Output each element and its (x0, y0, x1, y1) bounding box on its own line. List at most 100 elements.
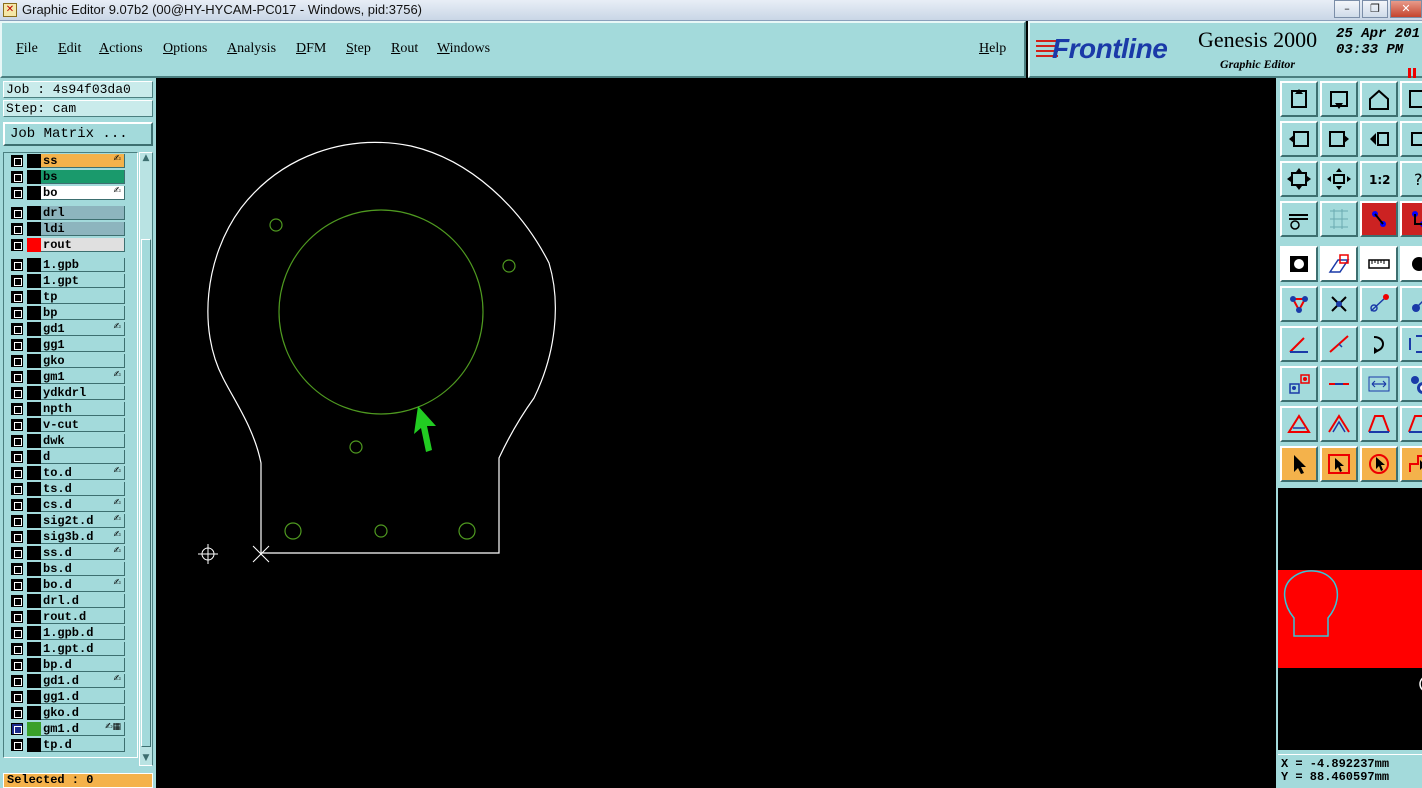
diagonal-icon[interactable] (1320, 326, 1358, 362)
layer-checkbox[interactable] (11, 371, 23, 383)
layer-name[interactable]: tp.d (41, 738, 125, 752)
layer-row[interactable]: bo.d ✍ (8, 578, 131, 592)
layer-color-swatch[interactable] (27, 386, 41, 400)
layer-row[interactable]: dwk (8, 434, 131, 448)
layer-color-swatch[interactable] (27, 706, 41, 720)
trapezoid-icon[interactable] (1360, 406, 1398, 442)
layer-color-swatch[interactable] (27, 238, 41, 252)
pan-icon[interactable] (1400, 121, 1422, 157)
layer-color-swatch[interactable] (27, 206, 41, 220)
triangle-red-icon[interactable] (1280, 406, 1318, 442)
graphic-canvas[interactable] (156, 78, 1276, 788)
layer-name[interactable]: bs (41, 170, 125, 184)
pad-icon[interactable] (1400, 286, 1422, 322)
layer-checkbox[interactable] (11, 223, 23, 235)
layer-checkbox[interactable] (11, 451, 23, 463)
menu-actions[interactable]: Actions (99, 41, 143, 57)
layer-row[interactable]: drl (8, 206, 131, 220)
layer-color-swatch[interactable] (27, 354, 41, 368)
layer-checkbox[interactable] (11, 515, 23, 527)
layer-color-swatch[interactable] (27, 370, 41, 384)
layer-color-swatch[interactable] (27, 154, 41, 168)
layer-row[interactable]: gg1 (8, 338, 131, 352)
layer-checkbox[interactable] (11, 419, 23, 431)
layer-row[interactable]: sig3b.d ✍ (8, 530, 131, 544)
layer-name[interactable]: gd1.d ✍ (41, 674, 125, 688)
minimize-button[interactable]: – (1334, 0, 1360, 18)
layer-name[interactable]: ldi (41, 222, 125, 236)
menu-edit[interactable]: Edit (58, 41, 81, 57)
cross-icon[interactable] (1320, 286, 1358, 322)
layer-name[interactable]: bp (41, 306, 125, 320)
layer-checkbox[interactable] (11, 155, 23, 167)
layer-color-swatch[interactable] (27, 338, 41, 352)
line-point-icon[interactable] (1360, 286, 1398, 322)
select-box-icon[interactable] (1320, 446, 1358, 482)
trapezoid2-icon[interactable] (1400, 406, 1422, 442)
layer-row[interactable]: gm1.d ✍▦ (8, 722, 131, 736)
layer-checkbox[interactable] (11, 739, 23, 751)
layer-checkbox[interactable] (11, 579, 23, 591)
layer-color-swatch[interactable] (27, 578, 41, 592)
layer-name[interactable]: npth (41, 402, 125, 416)
layer-checkbox[interactable] (11, 275, 23, 287)
layer-checkbox[interactable] (11, 291, 23, 303)
layer-row[interactable]: bp.d (8, 658, 131, 672)
triangle-blue-icon[interactable] (1320, 406, 1358, 442)
layer-row[interactable]: 1.gpt (8, 274, 131, 288)
layer-color-swatch[interactable] (27, 434, 41, 448)
menu-rout[interactable]: Rout (391, 41, 418, 57)
layer-row[interactable]: 1.gpb (8, 258, 131, 272)
layer-checkbox[interactable] (11, 691, 23, 703)
layer-row[interactable]: to.d ✍ (8, 466, 131, 480)
layer-checkbox[interactable] (11, 207, 23, 219)
layer-row[interactable]: cs.d ✍ (8, 498, 131, 512)
bracket-icon[interactable] (1400, 326, 1422, 362)
layer-name[interactable]: gd1 ✍ (41, 322, 125, 336)
layer-name[interactable]: dwk (41, 434, 125, 448)
select-polygon-icon[interactable] (1360, 446, 1398, 482)
layer-color-swatch[interactable] (27, 322, 41, 336)
layer-checkbox[interactable] (11, 531, 23, 543)
layer-row[interactable]: ss.d ✍ (8, 546, 131, 560)
layer-name[interactable]: d (41, 450, 125, 464)
scroll-thumb[interactable] (141, 239, 151, 747)
layer-name[interactable]: ss.d ✍ (41, 546, 125, 560)
layer-row[interactable]: gd1 ✍ (8, 322, 131, 336)
layer-checkbox[interactable] (11, 499, 23, 511)
layer-checkbox[interactable] (11, 259, 23, 271)
layer-color-swatch[interactable] (27, 186, 41, 200)
layer-row[interactable]: gko (8, 354, 131, 368)
layer-name[interactable]: drl (41, 206, 125, 220)
menu-windows[interactable]: Windows (437, 41, 490, 57)
display-icon[interactable] (1320, 81, 1358, 117)
menu-options[interactable]: Options (163, 41, 207, 57)
layer-checkbox[interactable] (11, 675, 23, 687)
layer-color-swatch[interactable] (27, 610, 41, 624)
layer-row[interactable]: ts.d (8, 482, 131, 496)
dimension-icon[interactable] (1360, 366, 1398, 402)
layer-row[interactable]: ldi (8, 222, 131, 236)
layer-row[interactable]: gm1 ✍ (8, 370, 131, 384)
layer-color-swatch[interactable] (27, 482, 41, 496)
zoom-right-icon[interactable] (1320, 121, 1358, 157)
scroll-down-icon[interactable]: ▼ (140, 753, 152, 765)
menu-file[interactable]: File (16, 41, 38, 57)
layer-row[interactable]: bo ✍ (8, 186, 131, 200)
layer-checkbox[interactable] (11, 403, 23, 415)
layer-color-swatch[interactable] (27, 562, 41, 576)
layer-name[interactable]: ydkdrl (41, 386, 125, 400)
layer-row[interactable]: v-cut (8, 418, 131, 432)
menu-help[interactable]: Help (979, 41, 1006, 57)
layer-color-swatch[interactable] (27, 418, 41, 432)
layer-color-swatch[interactable] (27, 222, 41, 236)
layer-name[interactable]: to.d ✍ (41, 466, 125, 480)
layer-checkbox[interactable] (11, 355, 23, 367)
job-matrix-button[interactable]: Job Matrix ... (3, 122, 153, 146)
layer-row[interactable]: gg1.d (8, 690, 131, 704)
layer-color-swatch[interactable] (27, 514, 41, 528)
layer-name[interactable]: gko.d (41, 706, 125, 720)
nodes-icon[interactable] (1280, 286, 1318, 322)
scroll-up-icon[interactable]: ▲ (140, 153, 152, 165)
fill-icon[interactable] (1280, 246, 1318, 282)
